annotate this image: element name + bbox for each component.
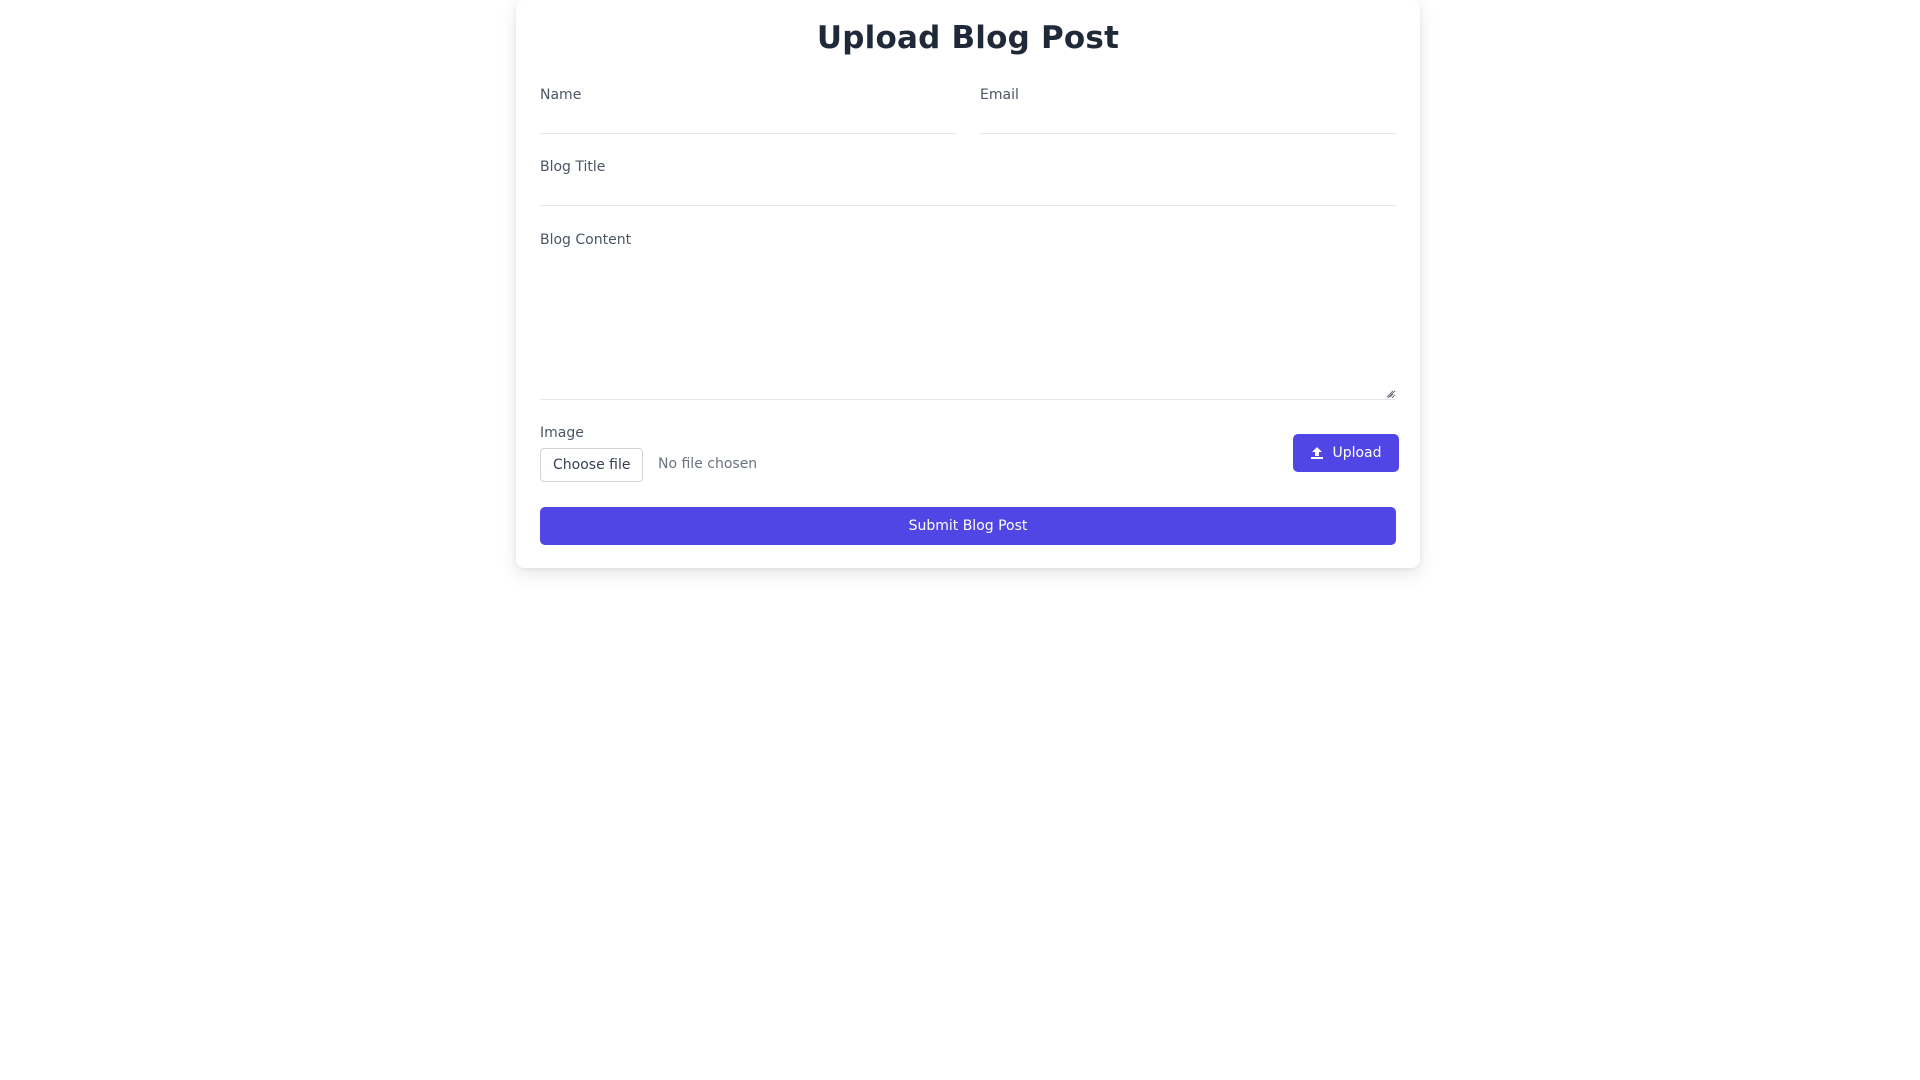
blog-content-label: Blog Content	[540, 232, 632, 248]
email-input[interactable]	[980, 110, 1396, 134]
choose-file-button[interactable]: Choose file	[540, 448, 644, 482]
page-title: Upload Blog Post	[816, 20, 1120, 56]
blog-title-label: Blog Title	[540, 159, 606, 175]
upload-icon	[1311, 447, 1324, 459]
upload-button-label: Upload	[1332, 445, 1382, 461]
resize-grip-icon[interactable]	[1386, 390, 1394, 398]
submit-blog-post-button[interactable]: Submit Blog Post	[540, 507, 1396, 545]
blog-content-textarea[interactable]	[540, 256, 1396, 400]
upload-blog-form-card: Upload Blog Post Name Email Blog Title B…	[516, 0, 1420, 568]
name-label: Name	[540, 87, 582, 103]
blog-title-input[interactable]	[540, 182, 1396, 206]
email-label: Email	[980, 87, 1019, 103]
upload-button[interactable]: Upload	[1293, 434, 1399, 472]
image-label: Image	[540, 425, 584, 441]
file-status-text: No file chosen	[658, 456, 758, 472]
name-input[interactable]	[540, 110, 956, 134]
